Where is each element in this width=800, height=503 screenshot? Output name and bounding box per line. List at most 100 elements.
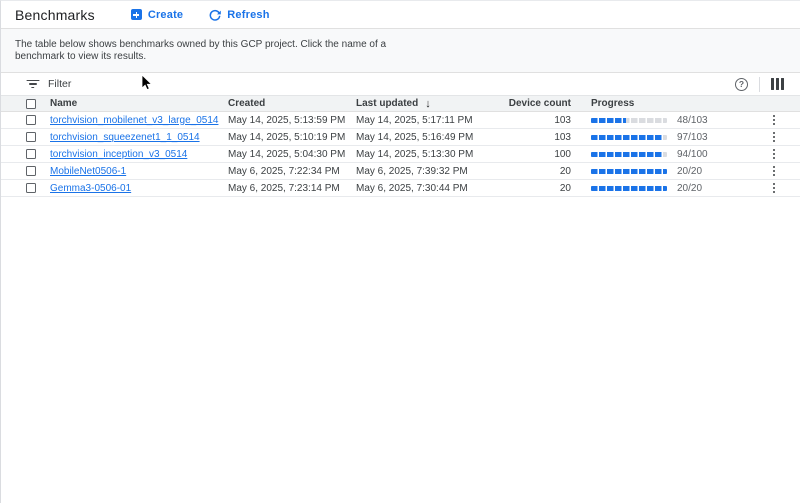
row-menu-cell xyxy=(748,182,800,195)
page-header: Benchmarks Create Refresh xyxy=(1,1,800,29)
benchmarks-table: Name Created Last updated ↓ Device count… xyxy=(1,95,800,197)
help-icon[interactable]: ? xyxy=(735,78,748,91)
table-header-row: Name Created Last updated ↓ Device count… xyxy=(1,95,800,112)
last-updated-cell: May 14, 2025, 5:16:49 PM xyxy=(356,132,506,143)
progress-cell: 97/103 xyxy=(571,132,748,143)
created-cell: May 6, 2025, 7:23:14 PM xyxy=(228,183,356,194)
row-actions-kebab-icon[interactable] xyxy=(770,131,779,144)
row-menu-cell xyxy=(748,114,800,127)
refresh-button-label: Refresh xyxy=(227,9,269,21)
progress-bar xyxy=(591,118,667,123)
created-cell: May 6, 2025, 7:22:34 PM xyxy=(228,166,356,177)
table-row: torchvision_mobilenet_v3_large_0514 May … xyxy=(1,112,800,129)
progress-fill xyxy=(591,135,663,140)
table-row: torchvision_inception_v3_0514 May 14, 20… xyxy=(1,146,800,163)
filter-icon xyxy=(26,80,39,89)
benchmark-name-link[interactable]: torchvision_inception_v3_0514 xyxy=(50,149,187,160)
progress-label: 20/20 xyxy=(677,166,702,177)
filter-bar-actions: ? xyxy=(735,77,784,92)
benchmark-name-link[interactable]: torchvision_squeezenet1_1_0514 xyxy=(50,132,200,143)
progress-cell: 20/20 xyxy=(571,183,748,194)
create-button[interactable]: Create xyxy=(125,5,189,25)
column-header-last-updated[interactable]: Last updated ↓ xyxy=(356,98,506,110)
benchmark-name-cell: torchvision_mobilenet_v3_large_0514 xyxy=(50,115,228,126)
progress-label: 20/20 xyxy=(677,183,702,194)
select-all-checkbox[interactable] xyxy=(26,99,36,109)
table-body: torchvision_mobilenet_v3_large_0514 May … xyxy=(1,112,800,197)
device-count-cell: 20 xyxy=(506,166,571,177)
filter-label: Filter xyxy=(48,78,71,90)
header-checkbox-cell xyxy=(26,99,50,109)
row-checkbox[interactable] xyxy=(26,166,36,176)
device-count-cell: 20 xyxy=(506,183,571,194)
row-checkbox-cell xyxy=(26,166,50,176)
column-header-progress[interactable]: Progress xyxy=(571,98,748,109)
created-cell: May 14, 2025, 5:10:19 PM xyxy=(228,132,356,143)
row-menu-cell xyxy=(748,148,800,161)
row-actions-kebab-icon[interactable] xyxy=(770,114,779,127)
progress-label: 97/103 xyxy=(677,132,708,143)
column-display-options-icon[interactable] xyxy=(771,78,784,90)
row-checkbox-cell xyxy=(26,132,50,142)
description-text: The table below shows benchmarks owned b… xyxy=(15,39,403,63)
last-updated-cell: May 14, 2025, 5:17:11 PM xyxy=(356,115,506,126)
device-count-cell: 103 xyxy=(506,115,571,126)
row-checkbox[interactable] xyxy=(26,183,36,193)
benchmark-name-cell: MobileNet0506-1 xyxy=(50,166,228,177)
progress-label: 48/103 xyxy=(677,115,708,126)
row-menu-cell xyxy=(748,165,800,178)
refresh-button[interactable]: Refresh xyxy=(203,5,275,25)
last-updated-cell: May 6, 2025, 7:30:44 PM xyxy=(356,183,506,194)
icon-separator xyxy=(759,77,760,92)
benchmark-name-link[interactable]: Gemma3-0506-01 xyxy=(50,183,131,194)
column-header-name[interactable]: Name xyxy=(50,98,228,109)
row-checkbox[interactable] xyxy=(26,115,36,125)
row-checkbox-cell xyxy=(26,183,50,193)
page-title: Benchmarks xyxy=(15,7,95,23)
benchmark-name-cell: torchvision_squeezenet1_1_0514 xyxy=(50,132,228,143)
row-checkbox-cell xyxy=(26,115,50,125)
created-cell: May 14, 2025, 5:13:59 PM xyxy=(228,115,356,126)
filter-control[interactable]: Filter xyxy=(26,78,71,90)
benchmark-name-link[interactable]: MobileNet0506-1 xyxy=(50,166,126,177)
row-actions-kebab-icon[interactable] xyxy=(770,148,779,161)
progress-label: 94/100 xyxy=(677,149,708,160)
column-header-last-updated-label: Last updated xyxy=(356,98,418,109)
progress-bar xyxy=(591,186,667,191)
table-row: torchvision_squeezenet1_1_0514 May 14, 2… xyxy=(1,129,800,146)
row-checkbox-cell xyxy=(26,149,50,159)
progress-bar xyxy=(591,169,667,174)
column-header-created[interactable]: Created xyxy=(228,98,356,109)
toolbar: Create Refresh xyxy=(125,5,276,25)
benchmark-name-cell: Gemma3-0506-01 xyxy=(50,183,228,194)
progress-bar xyxy=(591,152,667,157)
progress-cell: 48/103 xyxy=(571,115,748,126)
sort-descending-icon[interactable]: ↓ xyxy=(425,98,431,110)
progress-bar xyxy=(591,135,667,140)
table-row: Gemma3-0506-01 May 6, 2025, 7:23:14 PM M… xyxy=(1,180,800,197)
created-cell: May 14, 2025, 5:04:30 PM xyxy=(228,149,356,160)
progress-cell: 20/20 xyxy=(571,166,748,177)
benchmark-name-link[interactable]: torchvision_mobilenet_v3_large_0514 xyxy=(50,115,218,126)
add-icon xyxy=(131,9,142,20)
refresh-icon xyxy=(209,9,221,21)
row-checkbox[interactable] xyxy=(26,149,36,159)
last-updated-cell: May 6, 2025, 7:39:32 PM xyxy=(356,166,506,177)
device-count-cell: 100 xyxy=(506,149,571,160)
row-checkbox[interactable] xyxy=(26,132,36,142)
progress-fill xyxy=(591,169,667,174)
filter-bar: Filter ? xyxy=(1,73,800,95)
progress-fill xyxy=(591,118,626,123)
progress-fill xyxy=(591,186,667,191)
row-menu-cell xyxy=(748,131,800,144)
column-header-device-count[interactable]: Device count xyxy=(506,98,571,109)
last-updated-cell: May 14, 2025, 5:13:30 PM xyxy=(356,149,506,160)
description-band: The table below shows benchmarks owned b… xyxy=(1,29,800,73)
benchmark-name-cell: torchvision_inception_v3_0514 xyxy=(50,149,228,160)
benchmarks-page: Benchmarks Create Refresh The table belo… xyxy=(0,0,800,503)
table-row: MobileNet0506-1 May 6, 2025, 7:22:34 PM … xyxy=(1,163,800,180)
row-actions-kebab-icon[interactable] xyxy=(770,182,779,195)
progress-fill xyxy=(591,152,662,157)
device-count-cell: 103 xyxy=(506,132,571,143)
row-actions-kebab-icon[interactable] xyxy=(770,165,779,178)
